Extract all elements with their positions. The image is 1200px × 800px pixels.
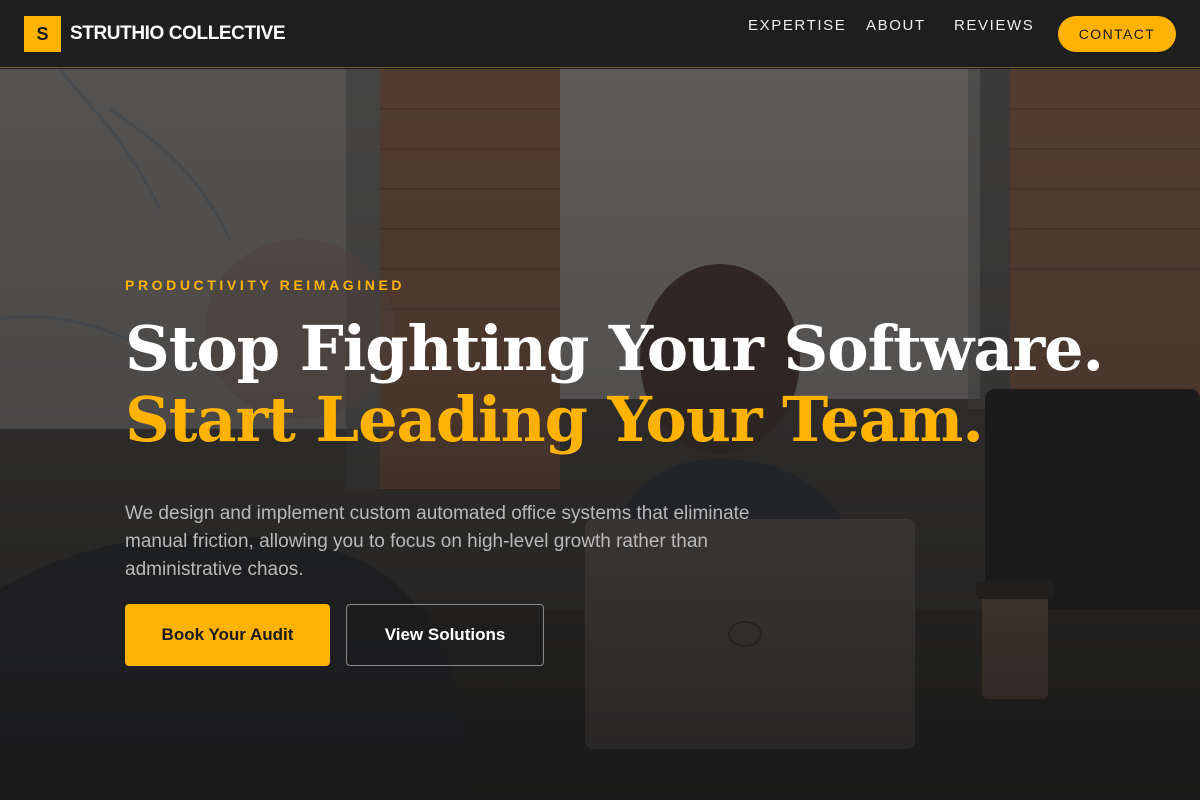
contact-button[interactable]: CONTACT	[1058, 16, 1176, 52]
nav-link-about[interactable]: ABOUT	[866, 17, 926, 34]
brand-name: STRUTHIO COLLECTIVE	[70, 23, 286, 44]
brand-logo[interactable]: S STRUTHIO COLLECTIVE	[24, 16, 286, 52]
nav-link-reviews[interactable]: REVIEWS	[954, 17, 1034, 34]
nav-link-expertise[interactable]: EXPERTISE	[748, 17, 846, 34]
headline-line-1: Stop Fighting Your Software.	[125, 312, 1104, 385]
site-header: S STRUTHIO COLLECTIVE EXPERTISE ABOUT RE…	[0, 0, 1200, 68]
hero-headline: Stop Fighting Your Software. Start Leadi…	[125, 312, 1104, 456]
headline-line-2: Start Leading Your Team.	[125, 383, 984, 456]
view-solutions-button[interactable]: View Solutions	[346, 604, 544, 666]
logo-mark: S	[24, 16, 61, 52]
hero-eyebrow: PRODUCTIVITY REIMAGINED	[125, 277, 406, 293]
book-audit-button[interactable]: Book Your Audit	[125, 604, 330, 666]
hero-description: We design and implement custom automated…	[125, 503, 750, 580]
